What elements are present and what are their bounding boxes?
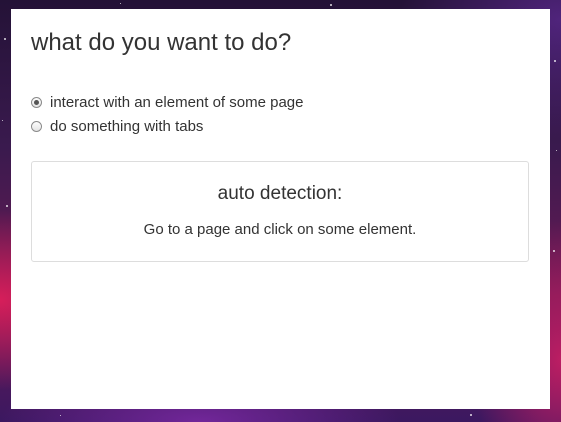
option-interact-element[interactable]: interact with an element of some page xyxy=(31,90,303,114)
popup-panel: what do you want to do? interact with an… xyxy=(11,9,550,409)
star xyxy=(553,250,555,252)
star xyxy=(4,38,6,40)
auto-detection-title: auto detection: xyxy=(217,183,343,204)
star xyxy=(2,120,3,121)
star xyxy=(120,3,121,4)
auto-detection-text: Go to a page and click on some element. xyxy=(143,221,417,238)
star xyxy=(470,414,472,416)
star xyxy=(556,150,557,151)
option-tabs-label[interactable]: do something with tabs xyxy=(50,118,203,135)
action-options: interact with an element of some page do… xyxy=(31,90,303,138)
popup-title: what do you want to do? xyxy=(31,29,292,56)
star xyxy=(554,60,556,62)
star xyxy=(60,415,61,416)
star xyxy=(6,205,8,207)
star xyxy=(330,4,332,6)
option-tabs[interactable]: do something with tabs xyxy=(31,114,303,138)
desktop-background: { "popup": { "title": "what do you want … xyxy=(0,0,561,422)
radio-tabs[interactable] xyxy=(31,120,42,132)
option-interact-element-label[interactable]: interact with an element of some page xyxy=(50,94,303,111)
auto-detection-card: auto detection: Go to a page and click o… xyxy=(31,161,529,262)
radio-interact-element[interactable] xyxy=(31,96,42,108)
